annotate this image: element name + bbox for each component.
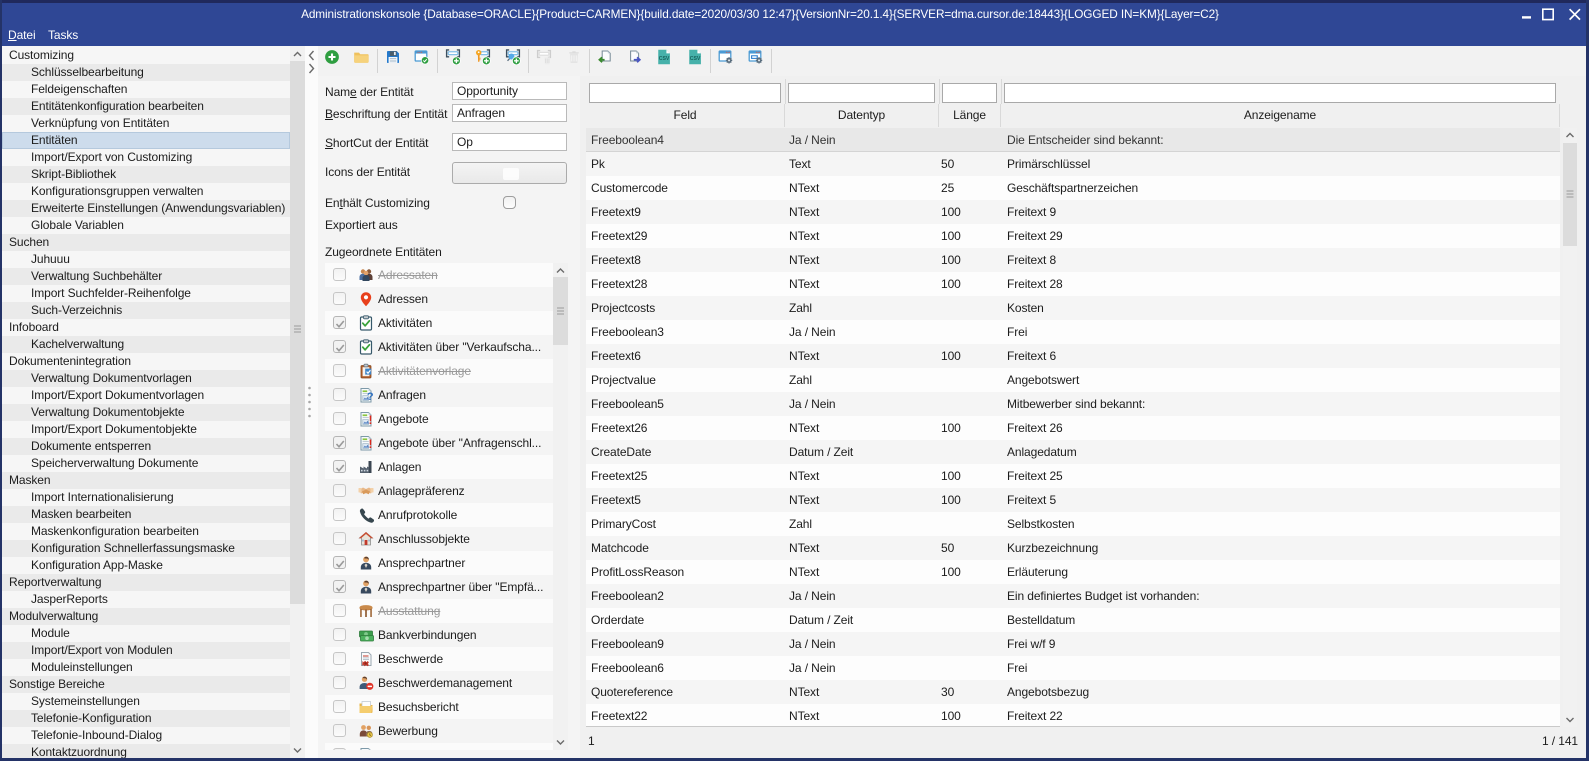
svg-text:!: !: [368, 437, 372, 451]
svg-text:CSV: CSV: [690, 56, 701, 62]
svg-text:?: ?: [367, 391, 374, 403]
svg-text:!: !: [368, 413, 372, 427]
svg-text:CSV: CSV: [659, 56, 670, 62]
